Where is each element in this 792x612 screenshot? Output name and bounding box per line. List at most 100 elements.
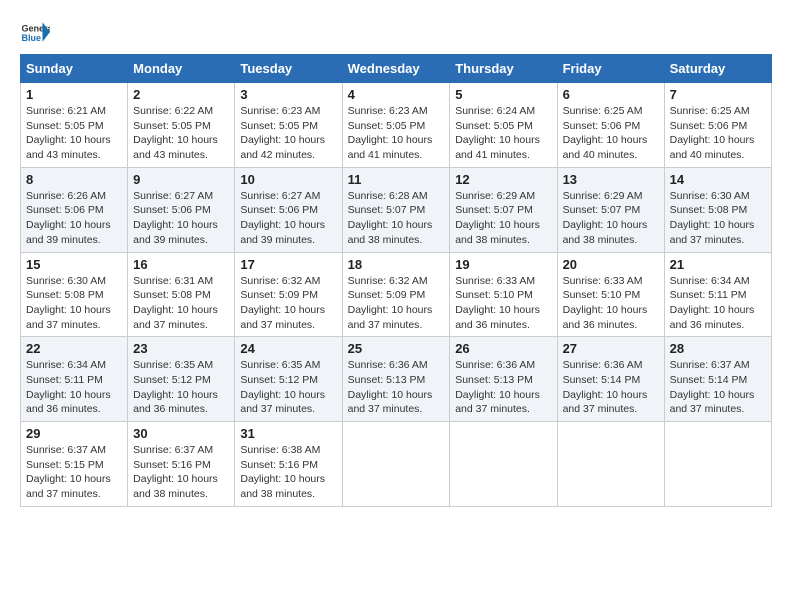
- calendar-cell: 28 Sunrise: 6:37 AMSunset: 5:14 PMDayligh…: [664, 337, 771, 422]
- day-number: 18: [348, 257, 445, 272]
- week-row-3: 15Sunrise: 6:30 AMSunset: 5:08 PMDayligh…: [21, 252, 772, 337]
- day-number: 7: [670, 87, 766, 102]
- day-info: Sunrise: 6:37 AMSunset: 5:16 PMDaylight:…: [133, 443, 229, 502]
- calendar-cell: 23Sunrise: 6:35 AMSunset: 5:12 PMDayligh…: [128, 337, 235, 422]
- day-info: Sunrise: 6:32 AMSunset: 5:09 PMDaylight:…: [348, 274, 445, 333]
- calendar-cell: 20Sunrise: 6:33 AMSunset: 5:10 PMDayligh…: [557, 252, 664, 337]
- calendar-cell: 31 Sunrise: 6:38 AMSunset: 5:16 PMDayligh…: [235, 422, 342, 507]
- calendar-cell: 29 Sunrise: 6:37 AMSunset: 5:15 PMDayligh…: [21, 422, 128, 507]
- day-info: Sunrise: 6:27 AMSunset: 5:06 PMDaylight:…: [133, 189, 229, 248]
- day-number: 25: [348, 341, 445, 356]
- calendar-cell: 5 Sunrise: 6:24 AMSunset: 5:05 PMDaylight…: [450, 83, 557, 168]
- day-number: 14: [670, 172, 766, 187]
- day-info: Sunrise: 6:23 AMSunset: 5:05 PMDaylight:…: [348, 104, 445, 163]
- day-number: 4: [348, 87, 445, 102]
- calendar-cell: 8 Sunrise: 6:26 AMSunset: 5:06 PMDaylight…: [21, 167, 128, 252]
- day-info: Sunrise: 6:22 AMSunset: 5:05 PMDaylight:…: [133, 104, 229, 163]
- day-info: Sunrise: 6:33 AMSunset: 5:10 PMDaylight:…: [455, 274, 551, 333]
- day-info: Sunrise: 6:30 AMSunset: 5:08 PMDaylight:…: [26, 274, 122, 333]
- header-day-monday: Monday: [128, 55, 235, 83]
- calendar-cell: [342, 422, 450, 507]
- calendar-cell: 13 Sunrise: 6:29 AMSunset: 5:07 PMDayligh…: [557, 167, 664, 252]
- day-number: 20: [563, 257, 659, 272]
- calendar-cell: 12 Sunrise: 6:29 AMSunset: 5:07 PMDayligh…: [450, 167, 557, 252]
- day-info: Sunrise: 6:37 AMSunset: 5:14 PMDaylight:…: [670, 358, 766, 417]
- header-row: SundayMondayTuesdayWednesdayThursdayFrid…: [21, 55, 772, 83]
- day-number: 17: [240, 257, 336, 272]
- day-info: Sunrise: 6:21 AMSunset: 5:05 PMDaylight:…: [26, 104, 122, 163]
- day-number: 30: [133, 426, 229, 441]
- day-number: 31: [240, 426, 336, 441]
- header-day-wednesday: Wednesday: [342, 55, 450, 83]
- header-day-thursday: Thursday: [450, 55, 557, 83]
- day-number: 24: [240, 341, 336, 356]
- logo-icon: General Blue: [20, 20, 50, 44]
- day-number: 21: [670, 257, 766, 272]
- day-info: Sunrise: 6:25 AMSunset: 5:06 PMDaylight:…: [563, 104, 659, 163]
- calendar-cell: 21 Sunrise: 6:34 AMSunset: 5:11 PMDayligh…: [664, 252, 771, 337]
- day-number: 26: [455, 341, 551, 356]
- day-number: 12: [455, 172, 551, 187]
- calendar-cell: 30 Sunrise: 6:37 AMSunset: 5:16 PMDayligh…: [128, 422, 235, 507]
- header-day-saturday: Saturday: [664, 55, 771, 83]
- day-number: 27: [563, 341, 659, 356]
- calendar-cell: 14 Sunrise: 6:30 AMSunset: 5:08 PMDayligh…: [664, 167, 771, 252]
- day-info: Sunrise: 6:30 AMSunset: 5:08 PMDaylight:…: [670, 189, 766, 248]
- day-info: Sunrise: 6:29 AMSunset: 5:07 PMDaylight:…: [563, 189, 659, 248]
- day-number: 28: [670, 341, 766, 356]
- day-number: 16: [133, 257, 229, 272]
- day-number: 9: [133, 172, 229, 187]
- calendar-table: SundayMondayTuesdayWednesdayThursdayFrid…: [20, 54, 772, 507]
- day-info: Sunrise: 6:35 AMSunset: 5:12 PMDaylight:…: [133, 358, 229, 417]
- day-number: 13: [563, 172, 659, 187]
- day-info: Sunrise: 6:25 AMSunset: 5:06 PMDaylight:…: [670, 104, 766, 163]
- calendar-cell: 25 Sunrise: 6:36 AMSunset: 5:13 PMDayligh…: [342, 337, 450, 422]
- day-info: Sunrise: 6:29 AMSunset: 5:07 PMDaylight:…: [455, 189, 551, 248]
- day-number: 19: [455, 257, 551, 272]
- header: General Blue: [20, 20, 772, 44]
- day-number: 5: [455, 87, 551, 102]
- day-info: Sunrise: 6:36 AMSunset: 5:14 PMDaylight:…: [563, 358, 659, 417]
- day-info: Sunrise: 6:27 AMSunset: 5:06 PMDaylight:…: [240, 189, 336, 248]
- day-info: Sunrise: 6:36 AMSunset: 5:13 PMDaylight:…: [455, 358, 551, 417]
- calendar-cell: 4 Sunrise: 6:23 AMSunset: 5:05 PMDaylight…: [342, 83, 450, 168]
- day-info: Sunrise: 6:34 AMSunset: 5:11 PMDaylight:…: [670, 274, 766, 333]
- header-day-friday: Friday: [557, 55, 664, 83]
- week-row-4: 22 Sunrise: 6:34 AMSunset: 5:11 PMDayligh…: [21, 337, 772, 422]
- calendar-cell: [450, 422, 557, 507]
- week-row-2: 8 Sunrise: 6:26 AMSunset: 5:06 PMDaylight…: [21, 167, 772, 252]
- calendar-cell: 18 Sunrise: 6:32 AMSunset: 5:09 PMDayligh…: [342, 252, 450, 337]
- calendar-cell: [664, 422, 771, 507]
- day-info: Sunrise: 6:24 AMSunset: 5:05 PMDaylight:…: [455, 104, 551, 163]
- svg-text:Blue: Blue: [22, 33, 42, 43]
- calendar-cell: 27 Sunrise: 6:36 AMSunset: 5:14 PMDayligh…: [557, 337, 664, 422]
- calendar-cell: 22 Sunrise: 6:34 AMSunset: 5:11 PMDayligh…: [21, 337, 128, 422]
- day-info: Sunrise: 6:38 AMSunset: 5:16 PMDaylight:…: [240, 443, 336, 502]
- day-info: Sunrise: 6:35 AMSunset: 5:12 PMDaylight:…: [240, 358, 336, 417]
- day-number: 6: [563, 87, 659, 102]
- day-info: Sunrise: 6:34 AMSunset: 5:11 PMDaylight:…: [26, 358, 122, 417]
- calendar-cell: 10 Sunrise: 6:27 AMSunset: 5:06 PMDayligh…: [235, 167, 342, 252]
- calendar-cell: 9 Sunrise: 6:27 AMSunset: 5:06 PMDaylight…: [128, 167, 235, 252]
- day-info: Sunrise: 6:32 AMSunset: 5:09 PMDaylight:…: [240, 274, 336, 333]
- day-number: 29: [26, 426, 122, 441]
- day-number: 10: [240, 172, 336, 187]
- calendar-cell: 16Sunrise: 6:31 AMSunset: 5:08 PMDayligh…: [128, 252, 235, 337]
- day-number: 2: [133, 87, 229, 102]
- day-info: Sunrise: 6:26 AMSunset: 5:06 PMDaylight:…: [26, 189, 122, 248]
- day-info: Sunrise: 6:37 AMSunset: 5:15 PMDaylight:…: [26, 443, 122, 502]
- calendar-cell: 26 Sunrise: 6:36 AMSunset: 5:13 PMDayligh…: [450, 337, 557, 422]
- calendar-cell: 17 Sunrise: 6:32 AMSunset: 5:09 PMDayligh…: [235, 252, 342, 337]
- calendar-cell: 19 Sunrise: 6:33 AMSunset: 5:10 PMDayligh…: [450, 252, 557, 337]
- calendar-cell: 15Sunrise: 6:30 AMSunset: 5:08 PMDayligh…: [21, 252, 128, 337]
- day-number: 3: [240, 87, 336, 102]
- week-row-5: 29 Sunrise: 6:37 AMSunset: 5:15 PMDayligh…: [21, 422, 772, 507]
- week-row-1: 1Sunrise: 6:21 AMSunset: 5:05 PMDaylight…: [21, 83, 772, 168]
- logo: General Blue: [20, 20, 50, 44]
- day-info: Sunrise: 6:36 AMSunset: 5:13 PMDaylight:…: [348, 358, 445, 417]
- calendar-cell: 3Sunrise: 6:23 AMSunset: 5:05 PMDaylight…: [235, 83, 342, 168]
- calendar-cell: 1Sunrise: 6:21 AMSunset: 5:05 PMDaylight…: [21, 83, 128, 168]
- calendar-cell: 11Sunrise: 6:28 AMSunset: 5:07 PMDayligh…: [342, 167, 450, 252]
- day-number: 22: [26, 341, 122, 356]
- day-number: 8: [26, 172, 122, 187]
